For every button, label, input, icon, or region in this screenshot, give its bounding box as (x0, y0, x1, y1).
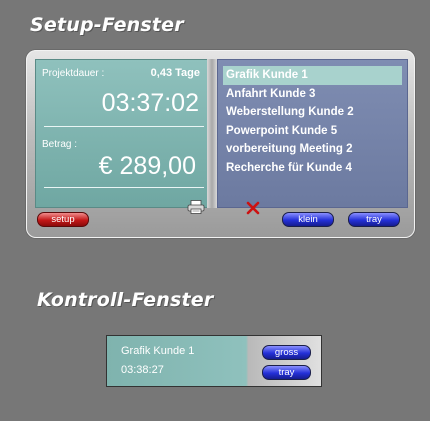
current-task-label: Grafik Kunde 1 (121, 345, 195, 357)
task-item-grafik-kunde-1[interactable]: Grafik Kunde 1 (223, 66, 402, 85)
task-list: Grafik Kunde 1 Anfahrt Kunde 3 Weberstel… (223, 66, 402, 177)
setup-window-title: Setup-Fenster (30, 14, 184, 36)
amount-value: € 289,00 (98, 152, 196, 180)
printer-icon[interactable] (187, 200, 205, 214)
gross-button[interactable]: gross (262, 345, 311, 360)
tray-button[interactable]: tray (262, 365, 311, 380)
time-panel: Projektdauer : 0,43 Tage 03:37:02 Betrag… (35, 59, 209, 208)
control-window: Grafik Kunde 1 03:38:27 gross tray (106, 335, 322, 387)
control-window-title: Kontroll-Fenster (37, 289, 214, 311)
klein-button[interactable]: klein (282, 212, 334, 227)
duration-days: 0,43 Tage (150, 67, 200, 79)
task-item-weberstellung-kunde-2[interactable]: Weberstellung Kunde 2 (223, 103, 402, 122)
close-icon[interactable] (245, 200, 261, 216)
setup-toolbar: setup klein tray (35, 200, 406, 230)
task-item-anfahrt-kunde-3[interactable]: Anfahrt Kunde 3 (223, 85, 402, 104)
task-item-powerpoint-kunde-5[interactable]: Powerpoint Kunde 5 (223, 122, 402, 141)
duration-label: Projektdauer : (42, 68, 105, 79)
divider-line (44, 187, 204, 188)
amount-label: Betrag : (42, 139, 78, 150)
setup-button[interactable]: setup (37, 212, 89, 227)
elapsed-time: 03:37:02 (101, 89, 199, 117)
task-panel: Grafik Kunde 1 Anfahrt Kunde 3 Weberstel… (217, 59, 408, 208)
current-time-label: 03:38:27 (121, 364, 164, 376)
panel-splitter (207, 59, 217, 208)
task-item-vorbereitung-meeting-2[interactable]: vorbereitung Meeting 2 (223, 140, 402, 159)
divider-line (44, 126, 204, 127)
task-item-recherche-kunde-4[interactable]: Recherche für Kunde 4 (223, 159, 402, 178)
setup-window: Projektdauer : 0,43 Tage 03:37:02 Betrag… (26, 50, 415, 238)
tray-button[interactable]: tray (348, 212, 400, 227)
